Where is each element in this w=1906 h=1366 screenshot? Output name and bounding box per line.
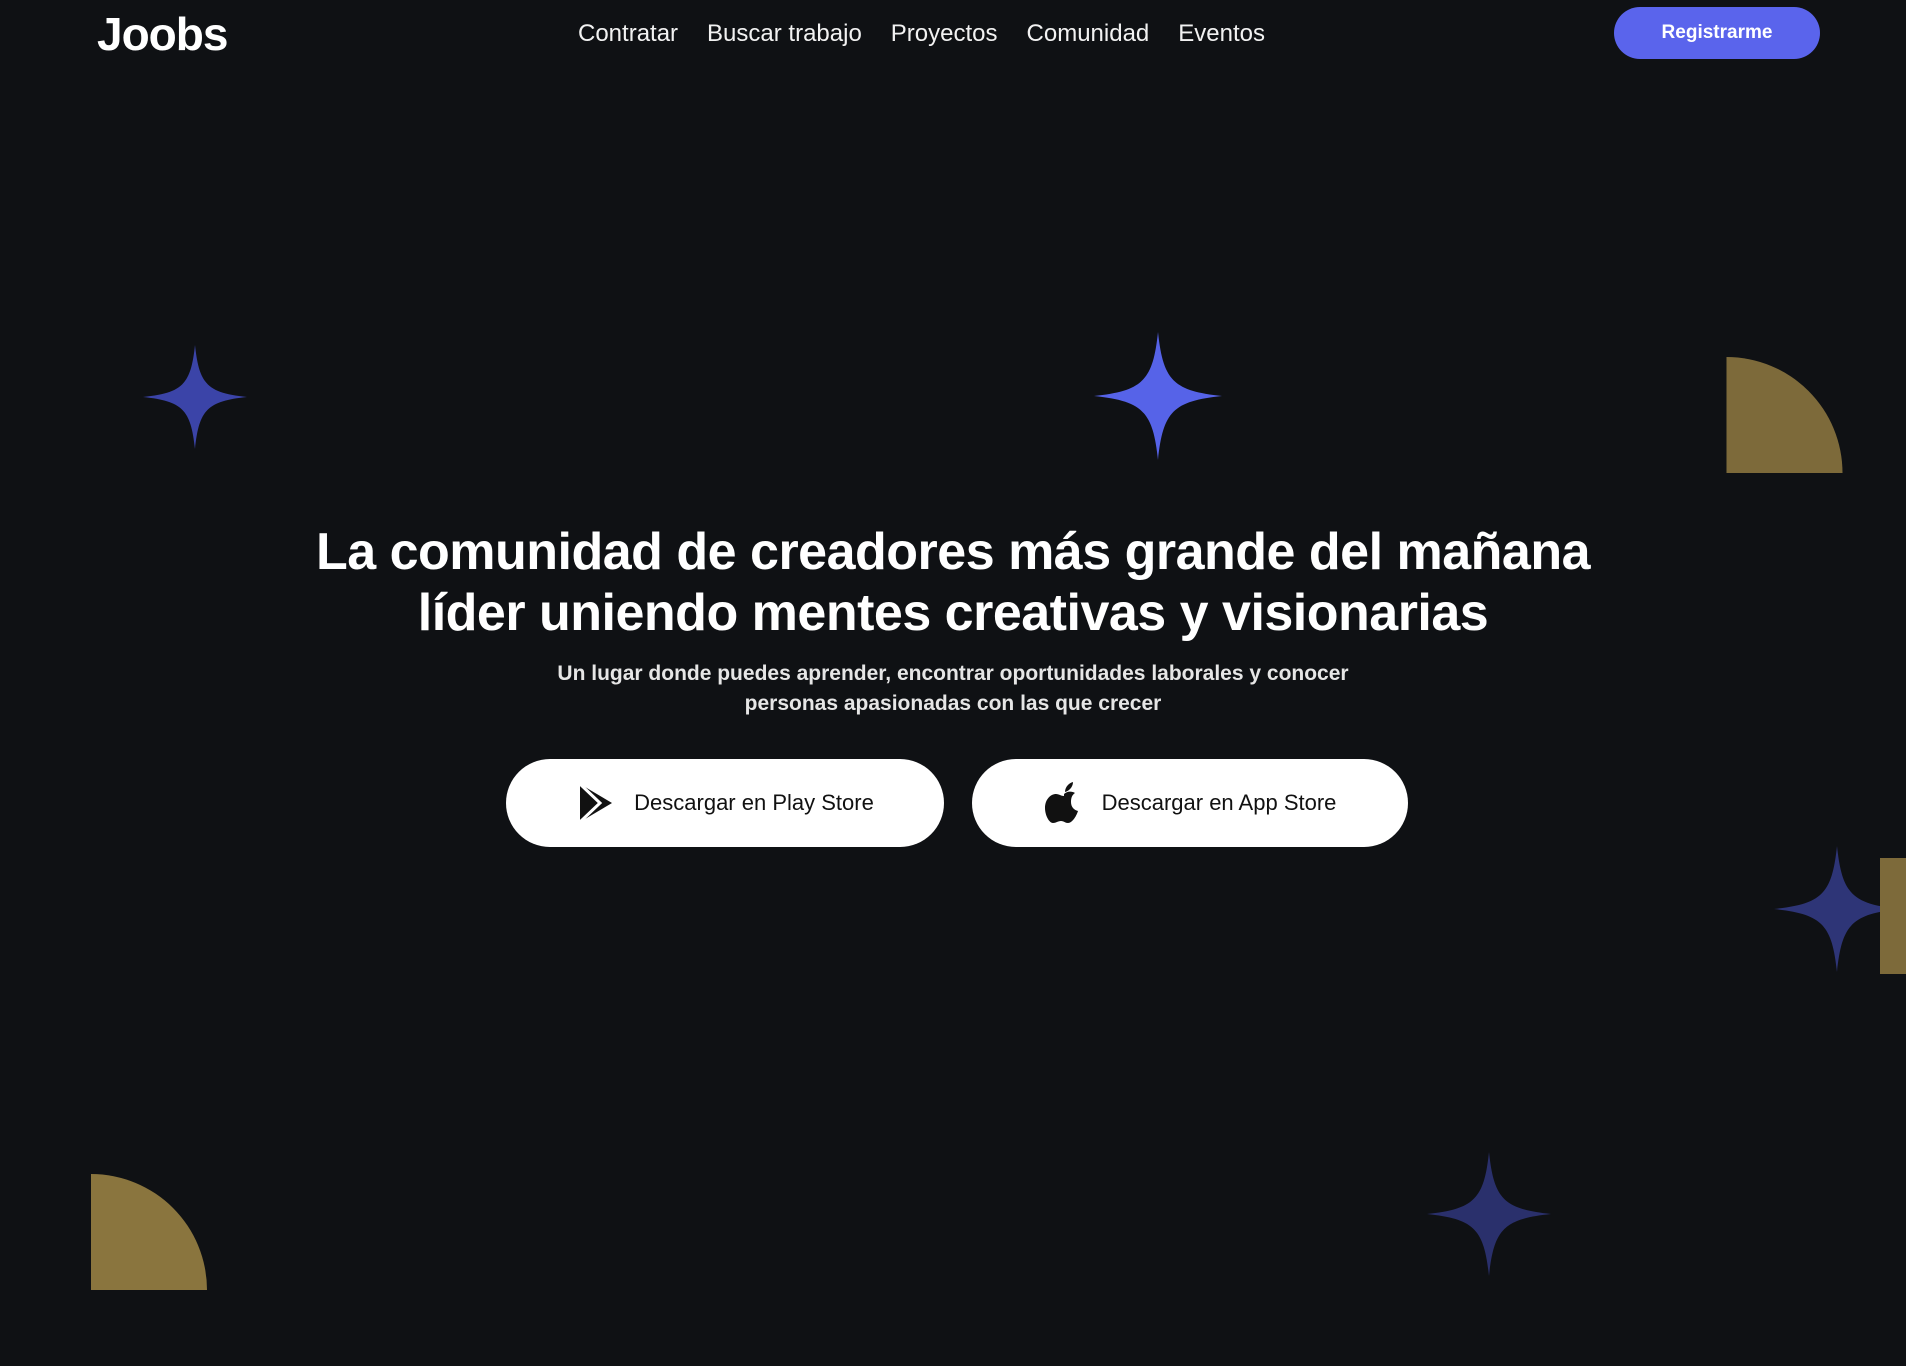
apple-icon: [1044, 782, 1084, 824]
app-store-label: Descargar en App Store: [1101, 790, 1337, 815]
play-store-button[interactable]: Descargar en Play Store: [506, 759, 944, 847]
quarter-circle-shape: [91, 1174, 207, 1290]
nav-item-contratar[interactable]: Contratar: [578, 18, 678, 50]
quarter-circle-shape: [1880, 858, 1906, 974]
main-nav: Contratar Buscar trabajo Proyectos Comun…: [578, 18, 1265, 50]
landing-page: Joobs Contratar Buscar trabajo Proyectos…: [0, 0, 1906, 1366]
play-store-label: Descargar en Play Store: [634, 790, 874, 815]
nav-item-buscar-trabajo[interactable]: Buscar trabajo: [707, 18, 862, 50]
logo[interactable]: Joobs: [97, 6, 228, 62]
nav-item-eventos[interactable]: Eventos: [1178, 18, 1265, 50]
quarter-circle-shape: [1726, 357, 1843, 473]
nav-item-proyectos[interactable]: Proyectos: [891, 18, 998, 50]
sparkle-icon: [143, 345, 247, 449]
hero-subtitle: Un lugar donde puedes aprender, encontra…: [0, 659, 1906, 719]
app-store-button[interactable]: Descargar en App Store: [972, 759, 1408, 847]
hero-title-line-2: líder uniendo mentes creativas y visiona…: [417, 584, 1489, 642]
hero-title: La comunidad de creadores más grande del…: [0, 522, 1906, 644]
nav-item-comunidad[interactable]: Comunidad: [1027, 18, 1150, 50]
play-store-icon: [576, 782, 616, 824]
sparkle-icon: [1094, 332, 1222, 460]
top-header: Joobs Contratar Buscar trabajo Proyectos…: [0, 0, 1906, 70]
hero-title-line-1: La comunidad de creadores más grande del…: [315, 523, 1591, 581]
sparkle-icon: [1427, 1152, 1551, 1276]
hero-subtitle-line-2: personas apasionadas con las que crecer: [744, 692, 1162, 715]
hero-subtitle-line-1: Un lugar donde puedes aprender, encontra…: [557, 662, 1349, 685]
register-button[interactable]: Registrarme: [1614, 7, 1820, 59]
